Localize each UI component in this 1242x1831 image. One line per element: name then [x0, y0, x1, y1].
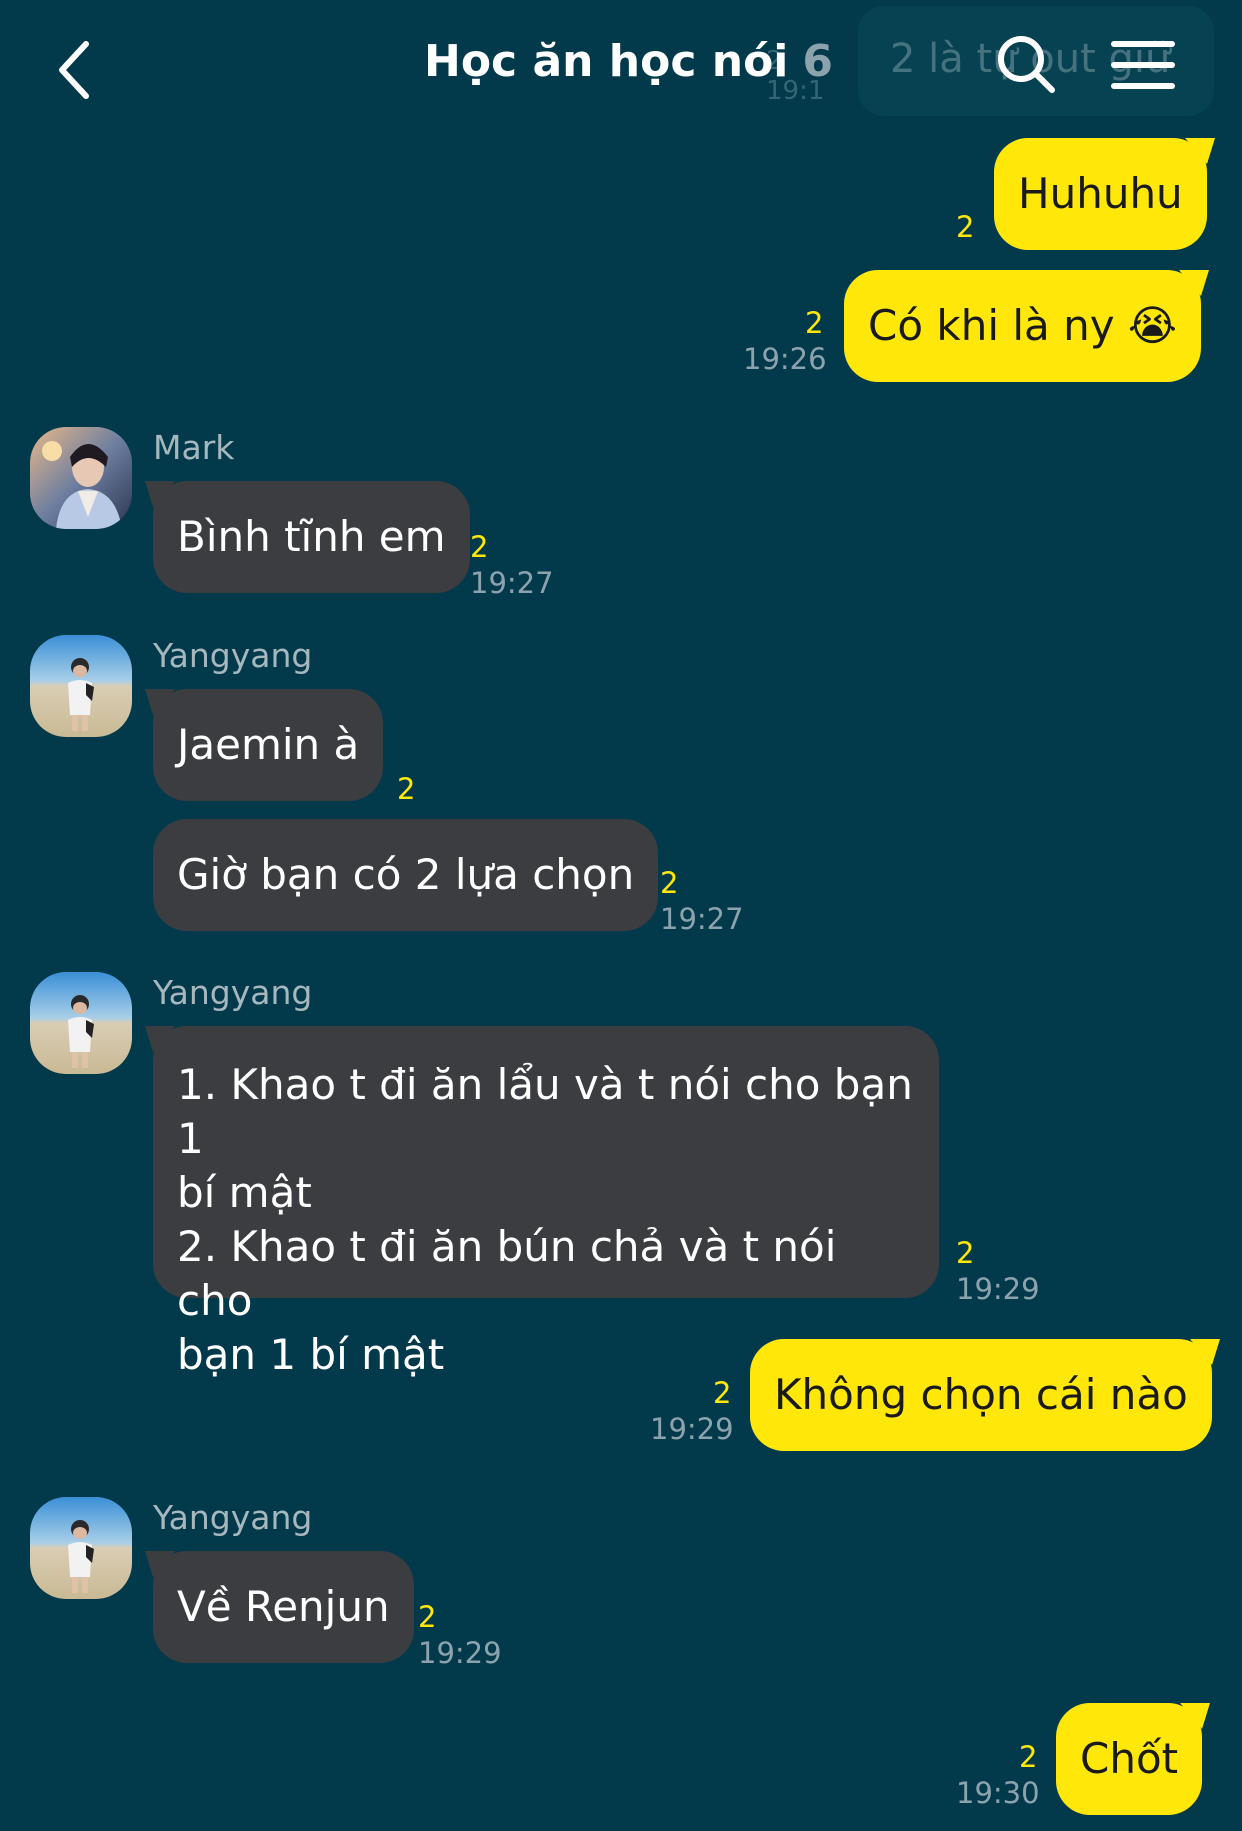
- message-text: Có khi là ny 😭: [868, 301, 1177, 350]
- message-bubble-outgoing[interactable]: Chốt: [1056, 1703, 1211, 1815]
- chat-header: 2 19:1 2 là tự out giữ Học ăn học nói 6: [0, 0, 1242, 130]
- sender-name: Mark: [153, 428, 235, 467]
- bubble-tail: [1180, 1703, 1211, 1729]
- unread-count: 2: [660, 866, 679, 900]
- message-text-line: bí mật: [177, 1168, 312, 1217]
- avatar-photo: [30, 1497, 132, 1599]
- unread-count: 2: [1019, 1740, 1038, 1774]
- avatar-photo: [30, 635, 132, 737]
- message-text: Không chọn cái nào: [774, 1370, 1188, 1419]
- message-time: 19:27: [470, 566, 554, 600]
- bubble-tail: [1184, 138, 1215, 164]
- avatar-yangyang[interactable]: [30, 972, 132, 1074]
- search-button[interactable]: [992, 30, 1062, 100]
- chat-title-text: Học ăn học nói: [424, 36, 789, 87]
- message-bubble-incoming[interactable]: 1. Khao t đi ăn lẩu và t nói cho bạn 1 b…: [145, 1026, 939, 1379]
- message-text-line: 1. Khao t đi ăn lẩu và t nói cho bạn 1: [177, 1060, 913, 1163]
- chat-title: Học ăn học nói 6: [424, 36, 833, 87]
- avatar-yangyang[interactable]: [30, 1497, 132, 1599]
- unread-count: 2: [397, 772, 416, 806]
- member-count: 6: [802, 36, 833, 87]
- message-time: 19:30: [956, 1776, 1040, 1810]
- message-text: Chốt: [1080, 1734, 1179, 1783]
- message-bubble-incoming[interactable]: Giờ bạn có 2 lựa chọn: [153, 819, 659, 931]
- search-icon: [998, 36, 1055, 93]
- hamburger-menu-icon: [1111, 41, 1175, 89]
- message-bubble-outgoing[interactable]: Có khi là ny 😭: [844, 270, 1209, 382]
- avatar-photo: [30, 427, 132, 529]
- message-bubble-incoming[interactable]: Bình tĩnh em: [145, 481, 470, 593]
- message-bubble-outgoing[interactable]: Huhuhu: [994, 138, 1215, 250]
- message-time: 19:29: [956, 1272, 1040, 1306]
- bubble-tail: [145, 481, 175, 507]
- message-time: 19:27: [660, 902, 744, 936]
- unread-count: 2: [470, 530, 489, 564]
- avatar-yangyang[interactable]: [30, 635, 132, 737]
- message-bubble-outgoing[interactable]: Không chọn cái nào: [750, 1339, 1220, 1451]
- message-bubble-incoming[interactable]: Jaemin à: [145, 689, 384, 801]
- message-text: Về Renjun: [177, 1582, 390, 1631]
- unread-count: 2: [418, 1600, 437, 1634]
- unread-count: 2: [956, 210, 975, 244]
- message-text-line: 2. Khao t đi ăn bún chả và t nói cho: [177, 1222, 837, 1325]
- sender-name: Yangyang: [153, 636, 313, 675]
- message-time: 19:29: [650, 1412, 734, 1446]
- message-text: Huhuhu: [1018, 169, 1183, 218]
- avatar-photo: [30, 972, 132, 1074]
- avatar-mark[interactable]: [30, 427, 132, 529]
- message-bubble-incoming[interactable]: Về Renjun: [145, 1551, 414, 1663]
- message-text: Jaemin à: [177, 720, 360, 769]
- message-time: 19:26: [743, 342, 827, 376]
- back-button[interactable]: [48, 30, 118, 110]
- menu-button[interactable]: [1110, 38, 1176, 92]
- bubble-tail: [1179, 270, 1209, 296]
- sender-name: Yangyang: [153, 973, 313, 1012]
- message-text: Giờ bạn có 2 lựa chọn: [177, 850, 635, 899]
- sender-name: Yangyang: [153, 1498, 313, 1537]
- bubble-tail: [1189, 1339, 1220, 1365]
- message-time: 19:29: [418, 1636, 502, 1670]
- unread-count: 2: [956, 1236, 975, 1270]
- message-text: Bình tĩnh em: [177, 512, 446, 561]
- bubble-tail: [145, 1551, 175, 1577]
- chevron-left-icon: [59, 41, 89, 99]
- bubble-tail: [145, 689, 175, 715]
- unread-count: 2: [713, 1376, 732, 1410]
- bubble-tail: [145, 1026, 175, 1052]
- unread-count: 2: [805, 306, 824, 340]
